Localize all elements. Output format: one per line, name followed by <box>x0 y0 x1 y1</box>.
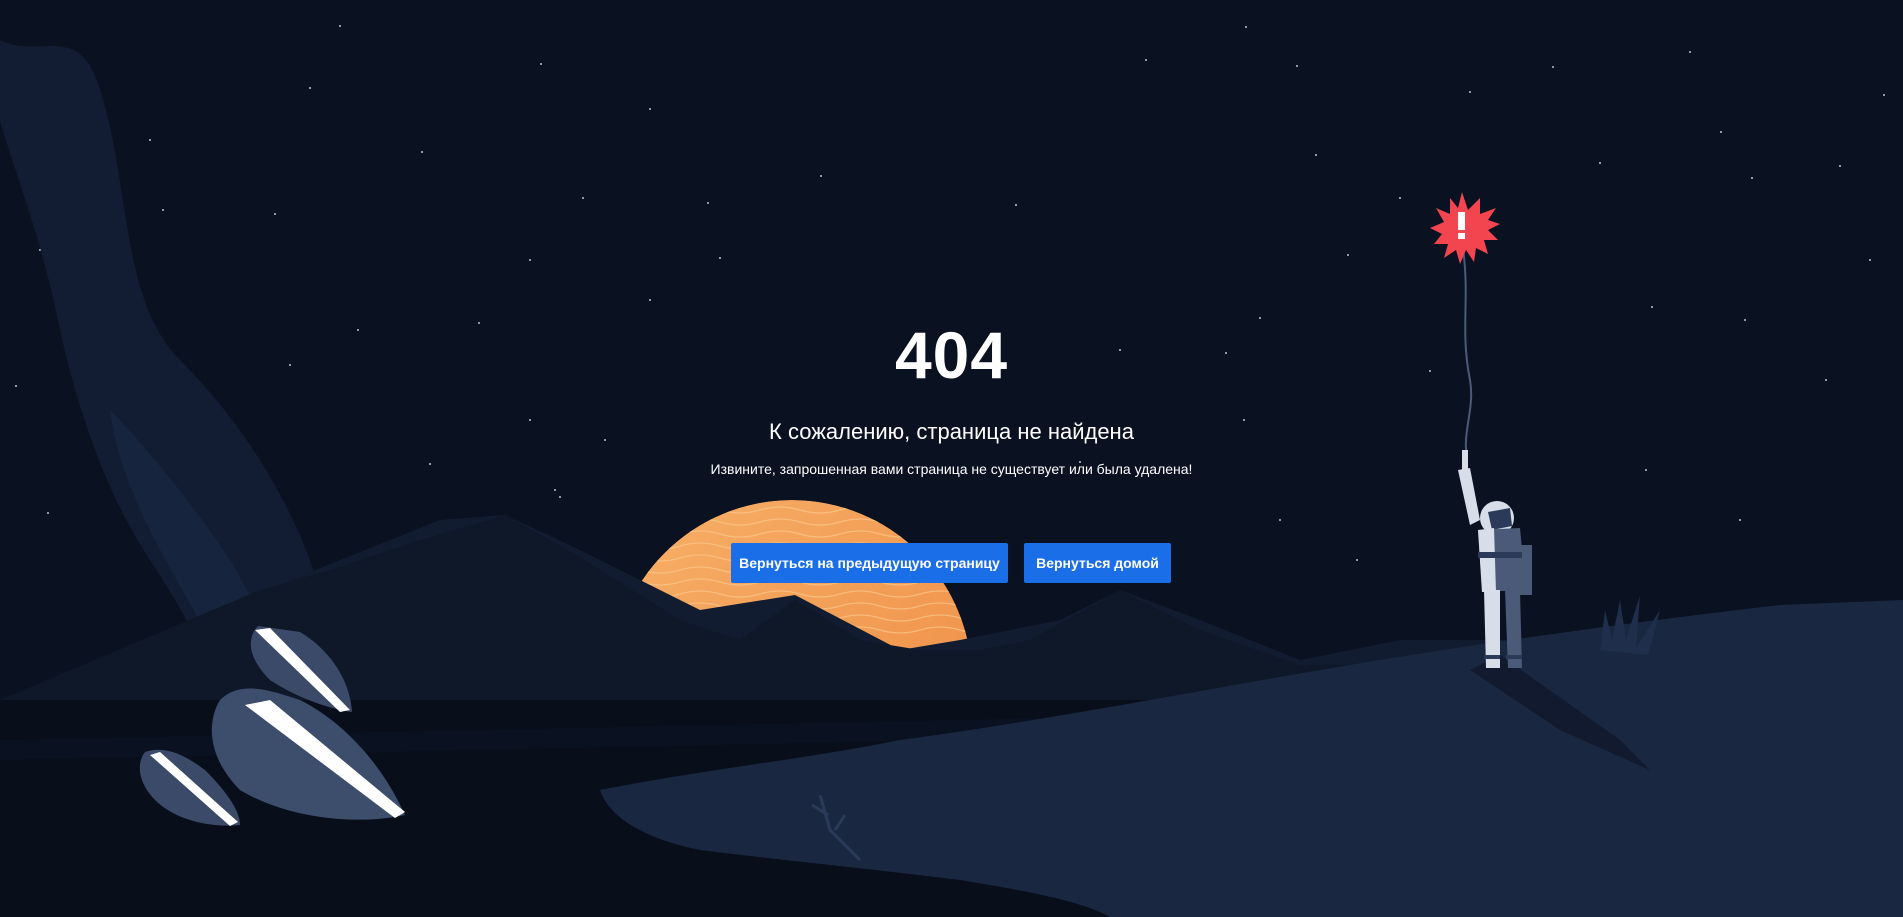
error-title: К сожалению, страница не найдена <box>769 419 1134 444</box>
error-message: Извините, запрошенная вами страница не с… <box>710 461 1193 477</box>
exclamation-icon <box>1458 212 1465 230</box>
go-home-button[interactable]: Вернуться домой <box>1024 543 1171 583</box>
background-illustration <box>0 0 1903 917</box>
go-back-button[interactable]: Вернуться на предыдущую страницу <box>731 543 1008 583</box>
error-code: 404 <box>894 318 1009 392</box>
